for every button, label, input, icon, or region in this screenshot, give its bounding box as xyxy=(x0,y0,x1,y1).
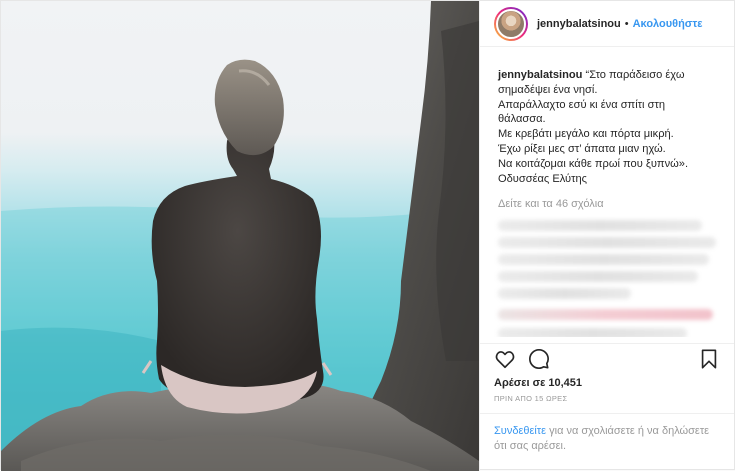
header-username[interactable]: jennybalatsinou xyxy=(537,18,621,30)
blurred-comment-line xyxy=(498,288,632,300)
action-bar xyxy=(480,343,734,373)
post-header: jennybalatsinou • Ακολουθήστε xyxy=(480,1,734,47)
blurred-comment-line xyxy=(498,328,687,337)
post-photo[interactable] xyxy=(1,1,479,471)
blurred-comment-line xyxy=(498,271,698,283)
comments-area: jennybalatsinou “Στο παράδεισο έχω σημαδ… xyxy=(480,47,734,337)
blurred-comment-line xyxy=(498,254,709,266)
blurred-comment-line xyxy=(498,220,703,232)
comment-icon[interactable] xyxy=(528,348,550,370)
photo-illustration xyxy=(1,1,479,471)
login-prompt: Συνδεθείτε για να σχολιάσετε ή να δηλώσε… xyxy=(480,413,734,471)
bookmark-icon[interactable] xyxy=(698,348,720,370)
post-sidebar: jennybalatsinou • Ακολουθήστε jennybalat… xyxy=(479,1,734,471)
caption-line: Απαράλλαχτο εσύ κι ένα σπίτι στη xyxy=(498,98,665,111)
caption: jennybalatsinou “Στο παράδεισο έχω σημαδ… xyxy=(498,68,720,186)
login-link[interactable]: Συνδεθείτε xyxy=(494,425,546,437)
follow-button[interactable]: Ακολουθήστε xyxy=(633,18,703,30)
likes-count[interactable]: Αρέσει σε 10,451 xyxy=(480,373,734,389)
caption-line: Να κοιτάζομαι κάθε πρωί που ξυπνώ». xyxy=(498,157,689,170)
caption-username[interactable]: jennybalatsinou xyxy=(498,69,582,81)
blurred-comment-line xyxy=(498,237,716,249)
caption-line: Οδυσσέας Ελύτης xyxy=(498,172,587,185)
caption-line: “Στο παράδεισο έχω xyxy=(585,69,685,81)
post-timestamp[interactable]: ΠΡΙΝ ΑΠΟ 15 ΩΡΕΣ xyxy=(480,389,734,403)
caption-line: σημαδέψει ένα νησί. xyxy=(498,83,598,96)
avatar[interactable] xyxy=(494,6,528,41)
blurred-comment-line xyxy=(498,309,714,321)
caption-line: Με κρεβάτι μεγάλο και πόρτα μικρή. xyxy=(498,128,674,141)
heart-icon[interactable] xyxy=(494,348,516,370)
caption-line: θάλασσα. xyxy=(498,113,546,126)
header-separator: • xyxy=(624,17,629,30)
caption-line: Έχω ρίξει μες στ’ άπατα μιαν ηχώ. xyxy=(498,142,666,155)
instagram-post: jennybalatsinou • Ακολουθήστε jennybalat… xyxy=(0,0,735,471)
view-all-comments-link[interactable]: Δείτε και τα 46 σχόλια xyxy=(498,198,720,210)
blurred-comments xyxy=(498,220,720,337)
avatar-image xyxy=(496,8,526,39)
